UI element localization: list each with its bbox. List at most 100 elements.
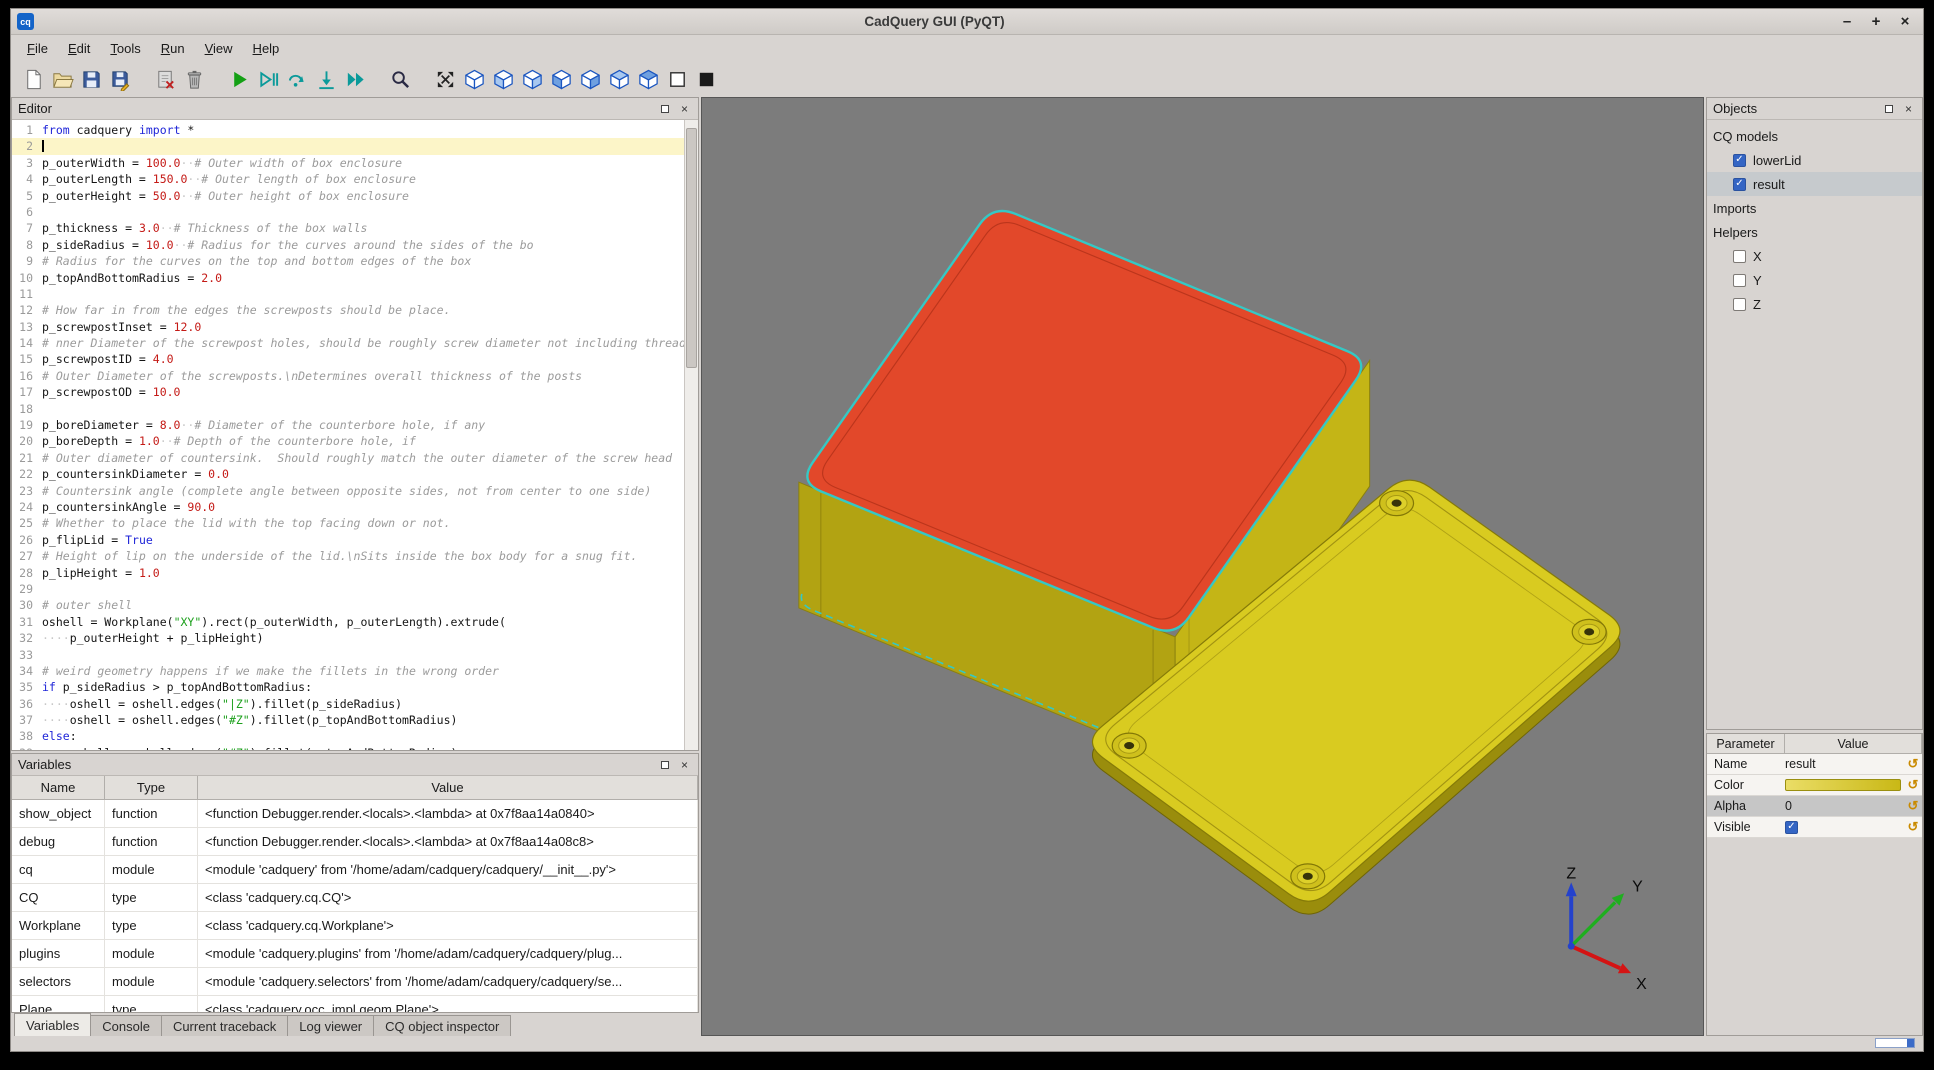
clear-button[interactable]	[151, 65, 180, 94]
table-row[interactable]: cqmodule<module 'cadquery' from '/home/a…	[12, 856, 698, 884]
code-line[interactable]: 20p_boreDepth = 1.0··# Depth of the coun…	[12, 433, 684, 449]
code-line[interactable]: 11	[12, 286, 684, 302]
checkbox-result[interactable]: ✓	[1733, 178, 1746, 191]
close-button[interactable]: ×	[1893, 12, 1917, 32]
param-row-visible[interactable]: Visible✓↺	[1707, 817, 1922, 838]
variables-column-header-type[interactable]: Type	[105, 776, 198, 800]
param-reset-button[interactable]: ↺	[1904, 798, 1922, 814]
code-line[interactable]: 24p_countersinkAngle = 90.0	[12, 499, 684, 515]
code-line[interactable]: 12# How far in from the edges the screwp…	[12, 302, 684, 318]
tree-item-imports[interactable]: Imports	[1707, 196, 1922, 220]
editor-close-button[interactable]: ×	[677, 101, 692, 116]
table-row[interactable]: selectorsmodule<module 'cadquery.selecto…	[12, 968, 698, 996]
code-line[interactable]: 22p_countersinkDiameter = 0.0	[12, 466, 684, 482]
menu-tools[interactable]: Tools	[100, 37, 150, 60]
param-reset-button[interactable]: ↺	[1904, 756, 1922, 772]
trash-button[interactable]	[180, 65, 209, 94]
table-row[interactable]: CQtype<class 'cadquery.cq.CQ'>	[12, 884, 698, 912]
step-over-button[interactable]	[283, 65, 312, 94]
code-line[interactable]: 16# Outer Diameter of the screwposts.\nD…	[12, 368, 684, 384]
save-as-button[interactable]	[106, 65, 135, 94]
objects-close-button[interactable]: ×	[1901, 101, 1916, 116]
viewport-panel[interactable]: Z Y X	[701, 97, 1704, 1036]
code-line[interactable]: 8p_sideRadius = 10.0··# Radius for the c…	[12, 237, 684, 253]
code-line[interactable]: 1from cadquery import *	[12, 122, 684, 138]
param-row-name[interactable]: Nameresult↺	[1707, 754, 1922, 775]
code-line[interactable]: 32····p_outerHeight + p_lipHeight)	[12, 630, 684, 646]
open-folder-button[interactable]	[48, 65, 77, 94]
title-bar[interactable]: cq CadQuery GUI (PyQT) –+×	[11, 9, 1923, 35]
table-row[interactable]: show_objectfunction<function Debugger.re…	[12, 800, 698, 828]
tree-item-y[interactable]: Y	[1707, 268, 1922, 292]
save-button[interactable]	[77, 65, 106, 94]
tree-item-cq-models[interactable]: CQ models	[1707, 124, 1922, 148]
color-swatch[interactable]	[1785, 779, 1901, 791]
code-line[interactable]: 10p_topAndBottomRadius = 2.0	[12, 270, 684, 286]
code-line[interactable]: 7p_thickness = 3.0··# Thickness of the b…	[12, 220, 684, 236]
variables-float-button[interactable]	[657, 757, 672, 772]
tab-log-viewer[interactable]: Log viewer	[287, 1015, 374, 1036]
param-value[interactable]: result	[1785, 757, 1904, 771]
editor-scrollbar[interactable]	[684, 120, 698, 750]
code-line[interactable]: 27# Height of lip on the underside of th…	[12, 548, 684, 564]
code-line[interactable]: 34# weird geometry happens if we make th…	[12, 663, 684, 679]
view-iso-button[interactable]	[460, 65, 489, 94]
scrollbar-thumb[interactable]	[686, 128, 697, 368]
param-reset-button[interactable]: ↺	[1904, 819, 1922, 835]
code-line[interactable]: 25# Whether to place the lid with the to…	[12, 515, 684, 531]
code-line[interactable]: 26p_flipLid = True	[12, 532, 684, 548]
view-bottom-button[interactable]	[634, 65, 663, 94]
code-editor[interactable]: 1from cadquery import *23p_outerWidth = …	[12, 120, 698, 750]
code-line[interactable]: 18	[12, 401, 684, 417]
menu-view[interactable]: View	[195, 37, 243, 60]
fit-view-button[interactable]	[431, 65, 460, 94]
code-line[interactable]: 31oshell = Workplane("XY").rect(p_outerW…	[12, 614, 684, 630]
code-line[interactable]: 5p_outerHeight = 50.0··# Outer height of…	[12, 188, 684, 204]
wireframe-button[interactable]	[663, 65, 692, 94]
code-line[interactable]: 3p_outerWidth = 100.0··# Outer width of …	[12, 155, 684, 171]
tab-cq-object-inspector[interactable]: CQ object inspector	[373, 1015, 511, 1036]
table-row[interactable]: Workplanetype<class 'cadquery.cq.Workpla…	[12, 912, 698, 940]
view-left-button[interactable]	[547, 65, 576, 94]
viewport-3d[interactable]: Z Y X	[702, 98, 1703, 1035]
param-value[interactable]	[1785, 779, 1904, 791]
code-line[interactable]: 35if p_sideRadius > p_topAndBottomRadius…	[12, 679, 684, 695]
view-front-button[interactable]	[489, 65, 518, 94]
code-line[interactable]: 2	[12, 138, 684, 154]
code-line[interactable]: 23# Countersink angle (complete angle be…	[12, 483, 684, 499]
variables-column-header-value[interactable]: Value	[198, 776, 698, 800]
checkbox-z[interactable]	[1733, 298, 1746, 311]
view-back-button[interactable]	[518, 65, 547, 94]
run-button[interactable]	[225, 65, 254, 94]
minimize-button[interactable]: –	[1835, 12, 1859, 32]
tree-item-helpers[interactable]: Helpers	[1707, 220, 1922, 244]
debug-button[interactable]	[254, 65, 283, 94]
code-line[interactable]: 21# Outer diameter of countersink. Shoul…	[12, 450, 684, 466]
table-row[interactable]: pluginsmodule<module 'cadquery.plugins' …	[12, 940, 698, 968]
checkbox-y[interactable]	[1733, 274, 1746, 287]
variables-column-header-name[interactable]: Name	[12, 776, 105, 800]
code-line[interactable]: 36····oshell = oshell.edges("|Z").fillet…	[12, 696, 684, 712]
table-row[interactable]: Planetype<class 'cadquery.occ_impl.geom.…	[12, 996, 698, 1012]
code-line[interactable]: 19p_boreDiameter = 8.0··# Diameter of th…	[12, 417, 684, 433]
code-line[interactable]: 28p_lipHeight = 1.0	[12, 565, 684, 581]
tree-item-x[interactable]: X	[1707, 244, 1922, 268]
code-line[interactable]: 39····oshell = oshell.edges("#Z").fillet…	[12, 745, 684, 750]
maximize-button[interactable]: +	[1864, 12, 1888, 32]
editor-dock-titlebar[interactable]: Editor ×	[12, 98, 698, 120]
code-line[interactable]: 13p_screwpostInset = 12.0	[12, 319, 684, 335]
continue-button[interactable]	[341, 65, 370, 94]
view-top-button[interactable]	[605, 65, 634, 94]
param-row-color[interactable]: Color↺	[1707, 775, 1922, 796]
code-line[interactable]: 4p_outerLength = 150.0··# Outer length o…	[12, 171, 684, 187]
checkbox-x[interactable]	[1733, 250, 1746, 263]
menu-edit[interactable]: Edit	[58, 37, 100, 60]
variables-close-button[interactable]: ×	[677, 757, 692, 772]
objects-dock-titlebar[interactable]: Objects ×	[1707, 98, 1922, 120]
code-line[interactable]: 14# nner Diameter of the screwpost holes…	[12, 335, 684, 351]
param-column-header-parameter[interactable]: Parameter	[1707, 734, 1785, 754]
step-into-button[interactable]	[312, 65, 341, 94]
tab-console[interactable]: Console	[90, 1015, 162, 1036]
code-area[interactable]: 1from cadquery import *23p_outerWidth = …	[12, 122, 684, 750]
editor-float-button[interactable]	[657, 101, 672, 116]
